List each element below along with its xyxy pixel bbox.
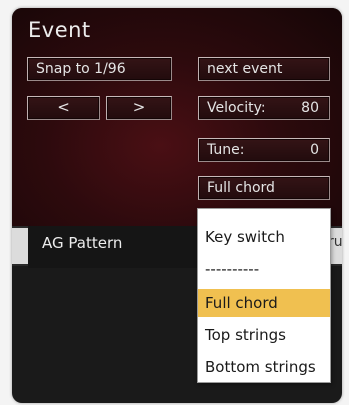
tune-label: Tune: <box>207 142 245 158</box>
next-button[interactable]: > <box>106 96 172 120</box>
tab-previous[interactable] <box>12 228 29 264</box>
snap-button[interactable]: Snap to 1/96 <box>27 57 172 81</box>
tune-field[interactable]: Tune: 0 <box>198 138 330 162</box>
option-top-strings[interactable]: Top strings <box>198 321 330 349</box>
option-full-chord[interactable]: Full chord <box>198 289 330 317</box>
chevron-left-icon: < <box>57 98 70 116</box>
option-separator: ---------- <box>205 260 260 278</box>
next-event-label: next event <box>207 61 283 77</box>
velocity-label: Velocity: <box>207 100 266 116</box>
velocity-field[interactable]: Velocity: 80 <box>198 96 330 120</box>
snap-button-label: Snap to 1/96 <box>36 61 126 77</box>
mode-dropdown-menu: Key switch ---------- Full chord Top str… <box>197 208 331 383</box>
chevron-right-icon: > <box>132 98 146 116</box>
option-key-switch[interactable]: Key switch <box>198 223 330 251</box>
panel-title: Event <box>28 18 91 42</box>
tune-value: 0 <box>310 142 319 158</box>
tab-ag-pattern-label: AG Pattern <box>42 234 123 252</box>
next-event-button[interactable]: next event <box>198 57 330 81</box>
velocity-value: 80 <box>301 100 319 116</box>
mode-select-value: Full chord <box>207 180 275 196</box>
option-bottom-strings[interactable]: Bottom strings <box>198 353 330 381</box>
prev-button[interactable]: < <box>27 96 100 120</box>
mode-select[interactable]: Full chord <box>198 176 330 200</box>
